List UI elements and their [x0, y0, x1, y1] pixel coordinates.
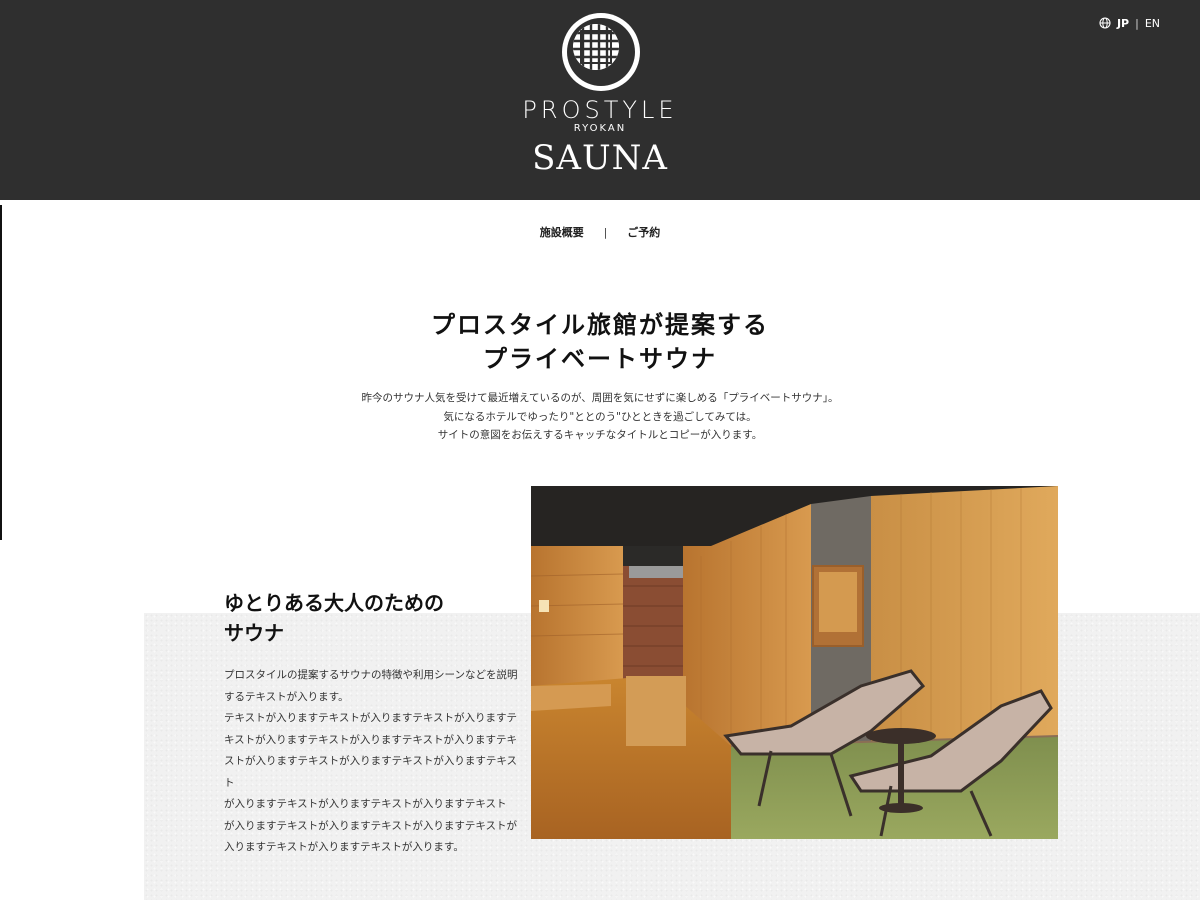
brand-subname: RYOKAN — [573, 123, 627, 134]
language-switcher: JP | EN — [1099, 16, 1160, 30]
feature-heading-line2: サウナ — [224, 621, 284, 645]
feature-body-line: が入りますテキストが入りますテキストが入りますテキストが — [224, 819, 518, 832]
hero-title: プロスタイル旅館が提案する プライベートサウナ — [0, 308, 1200, 376]
subnav-item-reservation[interactable]: ご予約 — [627, 226, 660, 239]
feature-body: プロスタイルの提案するサウナの特徴や利用シーンなどを説明 するテキストが入ります… — [224, 665, 522, 859]
lang-en-link[interactable]: EN — [1145, 17, 1160, 30]
feature-body-line: するテキストが入ります。 — [224, 690, 349, 703]
logo-window — [573, 24, 619, 70]
hero-title-line1: プロスタイル旅館が提案する — [431, 311, 769, 339]
feature-body-line: プロスタイルの提案するサウナの特徴や利用シーンなどを説明 — [224, 669, 518, 681]
brand-sauna-title: SAUNA — [532, 138, 668, 178]
feature-body-line: ストが入りますテキストが入りますテキストが入りますテキスト — [224, 755, 518, 789]
feature-body-line: キストが入りますテキストが入りますテキストが入りますテキ — [224, 733, 518, 746]
hero-copy: 昨今のサウナ人気を受けて最近増えているのが、周囲を気にせずに楽しめる「プライベー… — [0, 389, 1200, 445]
brand-name: PROSTYLE — [522, 96, 678, 124]
lang-jp-link[interactable]: JP — [1117, 17, 1129, 30]
feature-body-line: が入りますテキストが入りますテキストが入りますテキスト — [224, 798, 507, 810]
brand-logo-icon[interactable] — [562, 13, 640, 91]
page-subnav: 施設概要 | ご予約 — [0, 224, 1200, 240]
hero-title-line2: プライベートサウナ — [483, 345, 717, 373]
subnav-divider: | — [603, 226, 608, 239]
hero-copy-line2: 気になるホテルでゆったり"ととのう"ひとときを過ごしてみては。 — [443, 410, 757, 423]
subnav-item-overview[interactable]: 施設概要 — [540, 226, 584, 239]
feature-body-line: 入りますテキストが入りますテキストが入ります。 — [224, 841, 464, 853]
sauna-lounge-photo — [531, 486, 1058, 839]
hero-copy-line1: 昨今のサウナ人気を受けて最近増えているのが、周囲を気にせずに楽しめる「プライベー… — [361, 392, 839, 404]
feature-body-line: テキストが入りますテキストが入りますテキストが入りますテ — [224, 712, 518, 724]
feature-heading: ゆとりある大人のための サウナ — [224, 588, 524, 648]
globe-icon — [1099, 17, 1111, 29]
lang-separator: | — [1135, 16, 1139, 30]
hero-copy-line3: サイトの意図をお伝えするキャッチなタイトルとコピーが入ります。 — [437, 429, 763, 441]
site-header: PROSTYLE RYOKAN SAUNA JP | EN — [0, 0, 1200, 200]
feature-heading-line1: ゆとりある大人のための — [224, 591, 444, 615]
